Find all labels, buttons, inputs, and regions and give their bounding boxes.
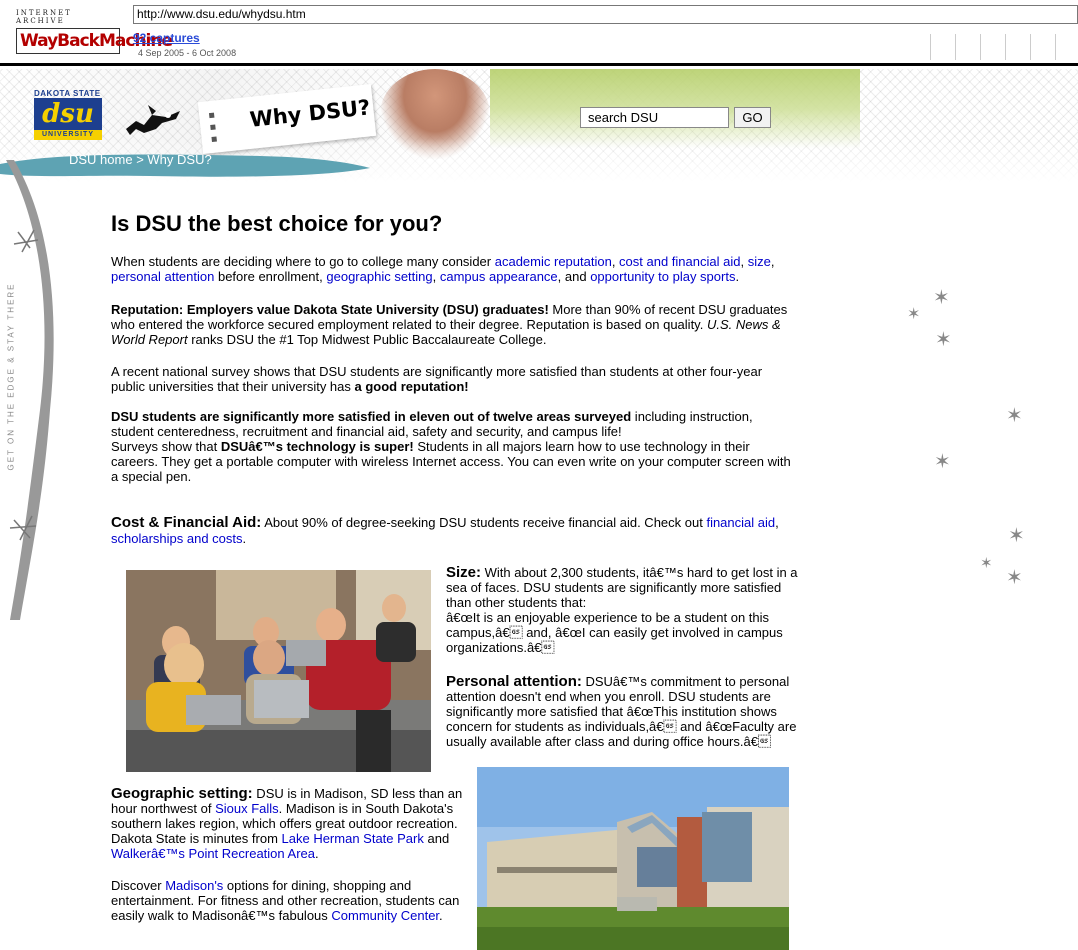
geo-text: and bbox=[423, 831, 450, 846]
classroom-photo-art bbox=[126, 570, 431, 772]
intro-text: , bbox=[611, 254, 620, 269]
search-input[interactable] bbox=[580, 107, 729, 128]
link-sioux-falls[interactable]: Sioux Falls bbox=[215, 801, 279, 816]
link-madison[interactable]: Madison's bbox=[165, 878, 223, 893]
cost-text: . bbox=[242, 531, 247, 546]
logo-bottom-text: UNIVERSITY bbox=[34, 130, 102, 140]
link-personal-attention[interactable]: personal attention bbox=[111, 269, 214, 284]
star-icon: ✶ bbox=[1008, 525, 1025, 547]
wayback-toolbar: INTERNET ARCHIVE WayBackMachine http://w… bbox=[0, 0, 1078, 66]
size-text: With about 2,300 students, itâ€™s hard t… bbox=[446, 565, 798, 610]
link-financial-aid[interactable]: financial aid bbox=[706, 515, 775, 530]
card-hole bbox=[208, 112, 215, 119]
side-tagline: GET ON THE EDGE & STAY THERE bbox=[6, 282, 16, 471]
personal-paragraph: Personal attention: DSUâ€™s commitment t… bbox=[446, 674, 804, 749]
trojan-mascot-icon bbox=[126, 105, 180, 135]
classroom-photo bbox=[126, 570, 431, 772]
discover-text: . bbox=[439, 908, 443, 923]
intro-text: , bbox=[770, 254, 775, 269]
wayback-url-input[interactable]: http://www.dsu.edu/whydsu.htm bbox=[133, 5, 1078, 24]
link-walkers-point[interactable]: Walkerâ€™s Point Recreation Area bbox=[111, 846, 315, 861]
reputation-paragraph: Reputation: Employers value Dakota State… bbox=[111, 302, 789, 347]
logo-top-text: DAKOTA STATE bbox=[34, 89, 101, 98]
reputation-heading: Reputation: Employers value Dakota State… bbox=[111, 302, 549, 317]
timeline-tick bbox=[955, 34, 956, 60]
intro-text: , and bbox=[557, 269, 591, 284]
card-hole bbox=[211, 136, 217, 142]
intro-text: before enrollment, bbox=[214, 269, 327, 284]
size-paragraph: Size: With about 2,300 students, itâ€™s … bbox=[446, 565, 804, 655]
star-icon: ✶ bbox=[935, 329, 952, 351]
campus-building-photo bbox=[477, 767, 789, 950]
wayback-logo-main: WayBackMachine bbox=[16, 28, 173, 54]
link-cost-financial-aid[interactable]: cost and financial aid bbox=[619, 254, 740, 269]
discover-text: Discover bbox=[111, 878, 166, 893]
survey-paragraph: A recent national survey shows that DSU … bbox=[111, 364, 791, 394]
link-campus-appearance[interactable]: campus appearance bbox=[440, 269, 558, 284]
campus-building-art bbox=[477, 767, 789, 950]
intro-text: , bbox=[432, 269, 440, 284]
reputation-text: ranks DSU the #1 Top Midwest Public Bacc… bbox=[187, 332, 547, 347]
link-lake-herman[interactable]: Lake Herman State Park bbox=[282, 831, 424, 846]
personal-heading: Personal attention: bbox=[446, 673, 582, 690]
link-academic-reputation[interactable]: academic reputation bbox=[495, 254, 612, 269]
link-geographic-setting[interactable]: geographic setting bbox=[326, 269, 432, 284]
link-size[interactable]: size bbox=[748, 254, 771, 269]
geo-heading: Geographic setting: bbox=[111, 785, 253, 802]
geo-text: . bbox=[315, 846, 319, 861]
page-tag-title: Why DSU? bbox=[248, 95, 372, 132]
intro-paragraph: When students are deciding where to go t… bbox=[111, 254, 791, 284]
wayback-logo-top: INTERNET ARCHIVE bbox=[16, 9, 72, 25]
intro-text: , bbox=[740, 254, 748, 269]
timeline-tick bbox=[980, 34, 981, 60]
header-banner: DAKOTA STATE dsu UNIVERSITY Why DSU? GO … bbox=[0, 69, 1078, 182]
logo-main-text: dsu bbox=[34, 98, 102, 130]
timeline-tick bbox=[1055, 34, 1056, 60]
card-hole bbox=[210, 124, 216, 131]
wayback-logo[interactable]: INTERNET ARCHIVE WayBackMachine bbox=[16, 9, 173, 54]
timeline-tick bbox=[1005, 34, 1006, 60]
cost-text: About 90% of degree-seeking DSU students… bbox=[261, 515, 707, 530]
satisfied-paragraph: DSU students are significantly more sati… bbox=[111, 409, 791, 484]
size-heading: Size: bbox=[446, 564, 482, 581]
breadcrumb[interactable]: DSU home > Why DSU? bbox=[69, 152, 212, 167]
wayback-captures-link[interactable]: 92 captures bbox=[133, 31, 200, 45]
technology-text: Surveys show that bbox=[111, 439, 221, 454]
intro-text: . bbox=[735, 269, 740, 284]
satisfied-heading: DSU students are significantly more sati… bbox=[111, 409, 632, 424]
discover-paragraph: Discover Madison's options for dining, s… bbox=[111, 878, 465, 923]
link-play-sports[interactable]: opportunity to play sports bbox=[590, 269, 735, 284]
star-icon: ✶ bbox=[907, 306, 921, 323]
star-icon: ✶ bbox=[934, 451, 951, 473]
page-title: Is DSU the best choice for you? bbox=[111, 211, 443, 236]
star-icon: ✶ bbox=[933, 287, 950, 309]
cost-heading: Cost & Financial Aid: bbox=[111, 514, 262, 531]
timeline-tick bbox=[1030, 34, 1031, 60]
go-button[interactable]: GO bbox=[734, 107, 771, 128]
geo-paragraph: Geographic setting: DSU is in Madison, S… bbox=[111, 786, 465, 861]
size-quote: â€œIt is an enjoyable experience to be a… bbox=[446, 610, 783, 655]
star-icon: ✶ bbox=[1006, 567, 1023, 589]
wayback-date-range: 4 Sep 2005 - 6 Oct 2008 bbox=[138, 48, 237, 58]
survey-emphasis: a good reputation! bbox=[354, 379, 469, 394]
intro-text: When students are deciding where to go t… bbox=[111, 254, 495, 269]
link-scholarships-costs[interactable]: scholarships and costs bbox=[111, 531, 243, 546]
cost-paragraph: Cost & Financial Aid: About 90% of degre… bbox=[111, 515, 801, 547]
timeline-tick bbox=[930, 34, 931, 60]
link-community-center[interactable]: Community Center bbox=[331, 908, 439, 923]
technology-emphasis: DSUâ€™s technology is super! bbox=[220, 439, 414, 454]
cost-text: , bbox=[775, 515, 779, 530]
star-icon: ✶ bbox=[1006, 405, 1023, 427]
dsu-logo[interactable]: DAKOTA STATE dsu UNIVERSITY bbox=[34, 89, 102, 144]
star-icon: ✶ bbox=[980, 555, 993, 572]
